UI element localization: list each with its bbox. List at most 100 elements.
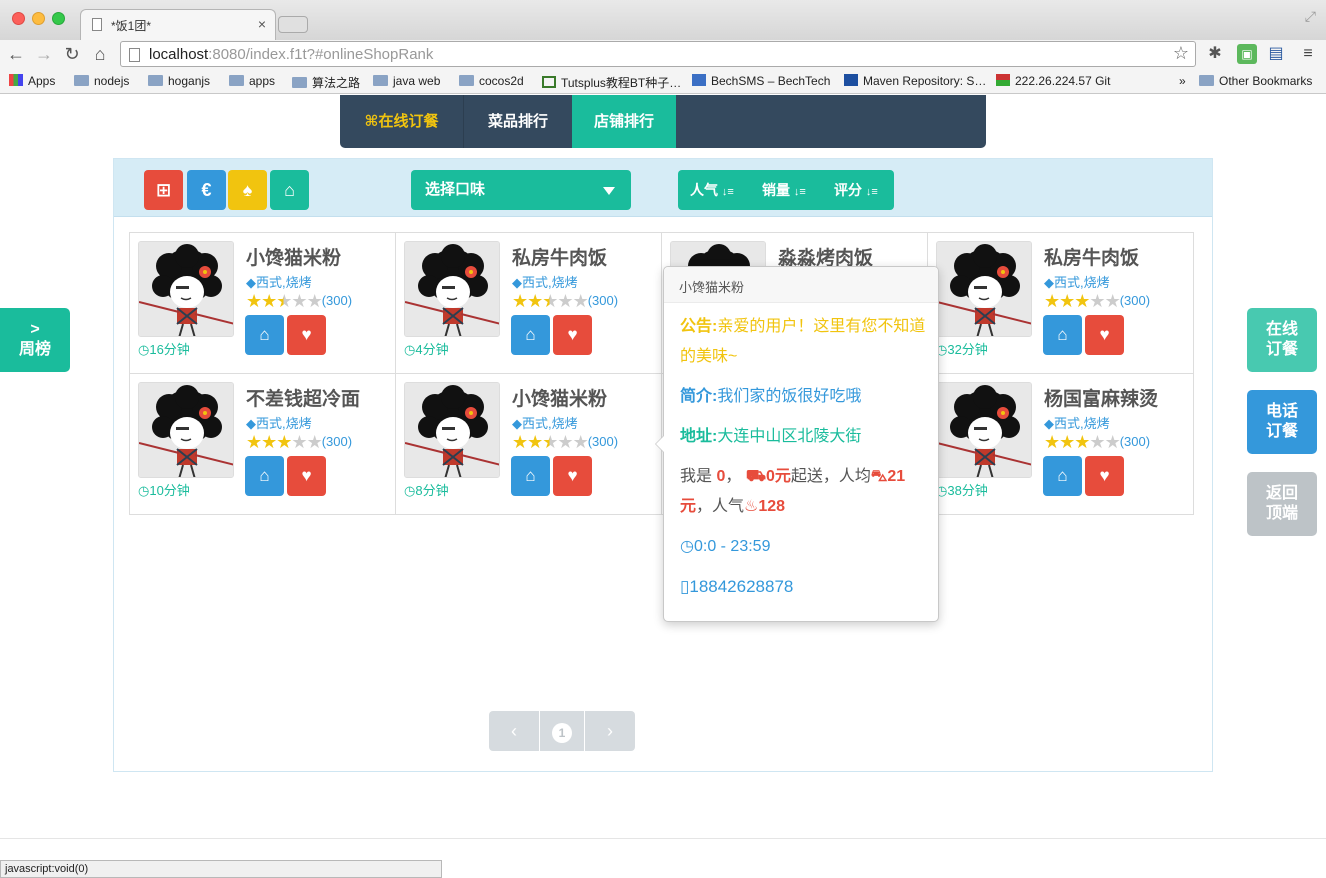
shop-avatar[interactable]	[936, 241, 1032, 337]
pager-next[interactable]: ›	[585, 711, 635, 751]
pager-page-1[interactable]: 1	[539, 711, 585, 751]
folder-icon	[459, 75, 474, 86]
shop-name[interactable]: 小馋猫米粉	[246, 243, 341, 270]
browser-tab[interactable]: *饭1团* ×	[80, 9, 276, 40]
menu-icon[interactable]: ≡	[1298, 44, 1318, 64]
bookmarks-more[interactable]: »	[1179, 74, 1186, 88]
bookmark-star-icon[interactable]: ☆	[1173, 43, 1189, 64]
folder-icon	[1199, 75, 1214, 86]
favorite-button[interactable]: ♥	[1085, 315, 1124, 355]
url-rest: :8080/index.f1t?#onlineShopRank	[208, 46, 434, 63]
star-icon: ★★★★★	[246, 291, 323, 311]
bookmarks-bar: Apps nodejs hoganjs apps 算法之路 java web c…	[0, 68, 1326, 94]
home-icon: ⌂	[1057, 325, 1068, 344]
shop-home-button[interactable]: ⌂	[1043, 456, 1082, 496]
shop-name[interactable]: 杨国富麻辣烫	[1044, 384, 1158, 411]
gift-icon[interactable]: ⊞	[144, 170, 183, 210]
sort-icon: ↓≡	[721, 186, 734, 198]
favorite-button[interactable]: ♥	[553, 456, 592, 496]
address-bar[interactable]: localhost:8080/index.f1t?#onlineShopRank…	[120, 41, 1196, 67]
sort-sales[interactable]: 销量 ↓≡	[762, 170, 806, 210]
shop-tags: ◆西式,烧烤	[246, 416, 312, 431]
sort-popularity[interactable]: 人气 ↓≡	[690, 170, 734, 210]
chevron-right-icon: >	[30, 321, 40, 338]
favorite-button[interactable]: ♥	[553, 315, 592, 355]
bookmark-folder[interactable]: apps	[229, 74, 275, 88]
bookmark-apps[interactable]: Apps	[9, 74, 55, 88]
review-count: (300)	[1119, 434, 1151, 449]
back-icon[interactable]: ←	[6, 43, 26, 65]
zoom-window-icon[interactable]	[52, 12, 65, 25]
shop-home-button[interactable]: ⌂	[511, 315, 550, 355]
shop-avatar[interactable]	[404, 241, 500, 337]
reload-icon[interactable]: ↻	[62, 43, 82, 65]
home-icon: ⌂	[259, 466, 270, 485]
bookmark-link[interactable]: 222.26.224.57 Git	[996, 74, 1110, 88]
tag-icon: ◆	[1044, 275, 1054, 290]
home-icon: ⌂	[525, 325, 536, 344]
cartoon-girl-avatar	[405, 383, 499, 477]
home-icon: ⌂	[1057, 466, 1068, 485]
euro-icon[interactable]: €	[187, 170, 226, 210]
sort-rating[interactable]: 评分 ↓≡	[834, 170, 878, 210]
folder-icon	[373, 75, 388, 86]
shop-name[interactable]: 不差钱超冷面	[246, 384, 360, 411]
shop-avatar[interactable]	[936, 382, 1032, 478]
shop-home-button[interactable]: ⌂	[245, 315, 284, 355]
bookmark-link[interactable]: Maven Repository: S…	[844, 74, 986, 88]
home-icon[interactable]: ⌂	[270, 170, 309, 210]
bookmark-folder[interactable]: 算法之路	[292, 74, 360, 91]
shop-phone: ▯18842628878	[680, 577, 794, 596]
shop-home-button[interactable]: ⌂	[1043, 315, 1082, 355]
bookmark-folder[interactable]: hoganjs	[148, 74, 210, 88]
shop-card: 小馋猫米粉 ◆西式,烧烤 ★★★★★(300) ⌂ ♥ ◷16分钟	[129, 232, 396, 374]
nav-shop-rank[interactable]: 店铺排行	[572, 95, 676, 148]
heart-icon: ♥	[1099, 325, 1110, 344]
bookmark-folder[interactable]: nodejs	[74, 74, 129, 88]
shop-name[interactable]: 私房牛肉饭	[512, 243, 607, 270]
favorite-button[interactable]: ♥	[1085, 456, 1124, 496]
forward-icon[interactable]: →	[34, 43, 54, 65]
weekly-rank-button[interactable]: > 周榜	[0, 308, 70, 372]
home-icon[interactable]: ⌂	[90, 43, 110, 65]
close-window-icon[interactable]	[12, 12, 25, 25]
shop-name[interactable]: 私房牛肉饭	[1044, 243, 1139, 270]
top-navigation: ⌘在线订餐 菜品排行 店铺排行	[340, 95, 986, 148]
footer-divider	[0, 838, 1326, 839]
bookmark-folder[interactable]: java web	[373, 74, 440, 88]
shop-home-button[interactable]: ⌂	[511, 456, 550, 496]
extension-printer-icon[interactable]: ▤	[1266, 44, 1286, 64]
online-order-button[interactable]: 在线 订餐	[1247, 308, 1317, 372]
close-tab-icon[interactable]: ×	[258, 16, 266, 32]
nav-dish-rank[interactable]: 菜品排行	[463, 95, 572, 148]
taste-select[interactable]: 选择口味	[411, 170, 631, 210]
shop-avatar[interactable]	[138, 382, 234, 478]
sort-icon: ↓≡	[793, 186, 806, 198]
sort-group: 人气 ↓≡ 销量 ↓≡ 评分 ↓≡	[678, 170, 894, 210]
back-to-top-button[interactable]: 返回 顶端	[1247, 472, 1317, 536]
fullscreen-icon[interactable]: ⤢	[1305, 8, 1316, 25]
star-icon: ★★★★★	[1044, 432, 1121, 452]
favorite-button[interactable]: ♥	[287, 315, 326, 355]
bookmark-link[interactable]: Tutsplus教程BT种子…	[542, 74, 681, 91]
other-bookmarks[interactable]: Other Bookmarks	[1199, 74, 1312, 88]
bookmark-link[interactable]: BechSMS – BechTech	[692, 74, 830, 88]
shop-home-button[interactable]: ⌂	[245, 456, 284, 496]
extension-bug-icon[interactable]: ✱	[1205, 44, 1225, 64]
shop-avatar[interactable]	[138, 241, 234, 337]
phone-order-button[interactable]: 电话 订餐	[1247, 390, 1317, 454]
fire-icon: ♨	[744, 498, 759, 515]
clock-icon: ◷	[404, 342, 416, 357]
extension-print-icon[interactable]: ▣	[1237, 44, 1257, 64]
new-tab-button[interactable]	[278, 16, 308, 33]
bookmark-folder[interactable]: cocos2d	[459, 74, 524, 88]
shop-rating: ★★★★★(300)	[512, 291, 618, 312]
shop-avatar[interactable]	[404, 382, 500, 478]
shop-name[interactable]: 小馋猫米粉	[512, 384, 607, 411]
bell-icon[interactable]: ♠	[228, 170, 267, 210]
pager-prev[interactable]: ‹	[489, 711, 539, 751]
minimize-window-icon[interactable]	[32, 12, 45, 25]
heart-icon: ♥	[301, 466, 312, 485]
favorite-button[interactable]: ♥	[287, 456, 326, 496]
nav-online-order[interactable]: ⌘在线订餐	[340, 95, 463, 148]
